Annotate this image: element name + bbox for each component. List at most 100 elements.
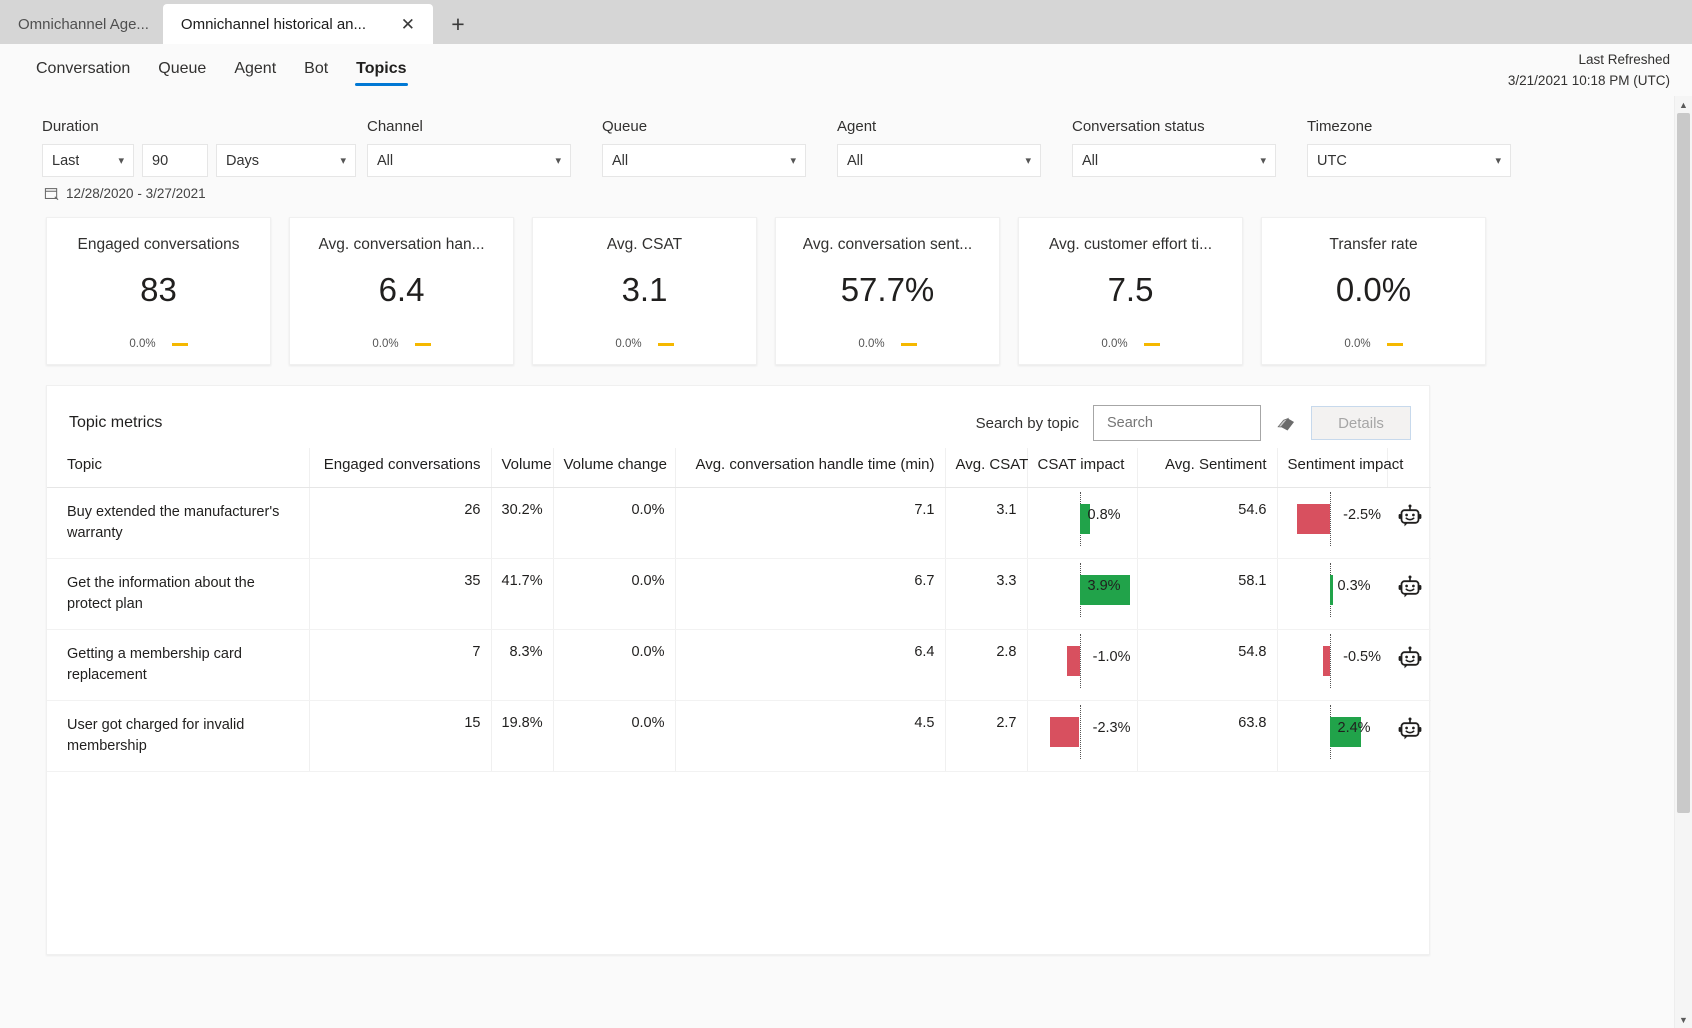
channel-select[interactable]: All ▾: [367, 144, 571, 177]
col-volume-change[interactable]: Volume change: [552, 448, 675, 488]
cell-topic[interactable]: User got charged for invalid membership: [47, 700, 309, 773]
kpi-card-avg-conversation-handle-time[interactable]: Avg. conversation han... 6.4 0.0%: [289, 217, 514, 365]
duration-unit-value: Days: [226, 152, 260, 169]
duration-mode-select[interactable]: Last ▾: [42, 144, 134, 177]
tab-queue[interactable]: Queue: [144, 44, 220, 94]
kpi-delta-value: 0.0%: [615, 338, 642, 350]
kpi-title: Avg. customer effort ti...: [1048, 236, 1213, 253]
plus-icon[interactable]: +: [441, 7, 475, 41]
browser-tab-1-label: Omnichannel Age...: [18, 15, 149, 33]
cell-bot[interactable]: [1387, 558, 1431, 631]
duration-amount-input[interactable]: 90: [142, 144, 208, 177]
kpi-delta-value: 0.0%: [1101, 338, 1128, 350]
eraser-icon[interactable]: [1275, 412, 1297, 434]
kpi-value: 0.0%: [1335, 271, 1412, 308]
cell-avg-sentiment: 58.1: [1136, 558, 1277, 631]
queue-select[interactable]: All ▾: [602, 144, 806, 177]
browser-tab-2[interactable]: Omnichannel historical an... ✕: [162, 4, 433, 44]
nav-tabs: Conversation Queue Agent Bot Topics: [0, 44, 421, 94]
kpi-card-engaged-conversations[interactable]: Engaged conversations 83 0.0%: [46, 217, 271, 365]
details-button[interactable]: Details: [1311, 406, 1411, 440]
table-row[interactable]: Get the information about the protect pl…: [47, 558, 1431, 631]
cell-avg-handle-time: 6.4: [674, 629, 945, 702]
bot-icon[interactable]: [1397, 646, 1423, 672]
kpi-title: Avg. conversation sent...: [802, 236, 973, 253]
duration-unit-select[interactable]: Days ▾: [216, 144, 356, 177]
tab-agent[interactable]: Agent: [220, 44, 290, 94]
kpi-value: 7.5: [1107, 271, 1154, 308]
last-refreshed: Last Refreshed 3/21/2021 10:18 PM (UTC): [1508, 50, 1670, 92]
filter-conversation-status: Conversation status All ▾: [1072, 118, 1307, 177]
table-row[interactable]: User got charged for invalid membership 1…: [47, 700, 1431, 773]
col-avg-handle-time[interactable]: Avg. conversation handle time (min): [674, 448, 945, 488]
col-csat-impact[interactable]: CSAT impact: [1026, 448, 1137, 488]
col-sentiment-impact[interactable]: Sentiment impact: [1276, 448, 1403, 488]
topic-metrics-table: Topic Engaged conversations Volume Volum…: [47, 448, 1431, 773]
bot-icon[interactable]: [1397, 504, 1423, 530]
col-avg-sentiment[interactable]: Avg. Sentiment: [1136, 448, 1277, 488]
sentiment-impact-value: -0.5%: [1343, 649, 1381, 666]
filter-timezone: Timezone UTC ▾: [1307, 118, 1542, 177]
scrollbar-thumb[interactable]: [1677, 113, 1690, 813]
bot-icon[interactable]: [1397, 717, 1423, 743]
panel-title: Topic metrics: [69, 414, 163, 431]
tab-topics[interactable]: Topics: [342, 44, 420, 94]
browser-tab-2-label: Omnichannel historical an...: [180, 15, 367, 33]
browser-tab-1[interactable]: Omnichannel Age...: [0, 4, 163, 44]
cell-volume: 41.7%: [490, 558, 553, 631]
kpi-value: 3.1: [621, 271, 668, 308]
panel-toolbar: Search by topic Details: [976, 405, 1411, 441]
table-row[interactable]: Buy extended the manufacturer's warranty…: [47, 487, 1431, 560]
browser-tab-strip: Omnichannel Age... Omnichannel historica…: [0, 0, 1692, 44]
timezone-select[interactable]: UTC ▾: [1307, 144, 1511, 177]
cell-topic[interactable]: Getting a membership card replacement: [47, 629, 309, 702]
sentiment-impact-cell: -0.5%: [1276, 629, 1387, 702]
col-avg-csat[interactable]: Avg. CSAT: [944, 448, 1028, 488]
cell-avg-handle-time: 7.1: [674, 487, 945, 560]
kpi-card-avg-csat[interactable]: Avg. CSAT 3.1 0.0%: [532, 217, 757, 365]
vertical-scrollbar[interactable]: ▲ ▼: [1674, 96, 1692, 1028]
kpi-card-avg-conversation-sentiment[interactable]: Avg. conversation sent... 57.7% 0.0%: [775, 217, 1000, 365]
kpi-title: Avg. CSAT: [606, 236, 683, 253]
csat-impact-cell: 3.9%: [1026, 558, 1137, 631]
tab-bot[interactable]: Bot: [290, 44, 342, 94]
search-box[interactable]: [1093, 405, 1296, 441]
col-volume[interactable]: Volume: [490, 448, 553, 488]
cell-volume-change: 0.0%: [552, 700, 675, 773]
close-icon[interactable]: ✕: [397, 13, 419, 35]
conversation-status-select[interactable]: All ▾: [1072, 144, 1276, 177]
table-header-row: Topic Engaged conversations Volume Volum…: [47, 448, 1431, 488]
filter-channel: Channel All ▾: [367, 118, 602, 177]
scroll-up-icon[interactable]: ▲: [1675, 96, 1692, 113]
duration-amount-value: 90: [152, 152, 169, 169]
kpi-delta: 0.0%: [776, 338, 999, 350]
col-engaged-conversations[interactable]: Engaged conversations: [308, 448, 491, 488]
scroll-down-icon[interactable]: ▼: [1675, 1011, 1692, 1028]
cell-avg-csat: 3.1: [944, 487, 1027, 560]
filter-conversation-status-label: Conversation status: [1072, 118, 1205, 135]
filter-queue: Queue All ▾: [602, 118, 837, 177]
cell-bot[interactable]: [1387, 700, 1431, 773]
trend-flat-icon: [657, 342, 674, 346]
col-topic[interactable]: Topic: [47, 448, 309, 488]
cell-topic[interactable]: Buy extended the manufacturer's warranty: [47, 487, 309, 560]
cell-bot[interactable]: [1387, 487, 1431, 560]
bot-icon[interactable]: [1397, 575, 1423, 601]
search-input[interactable]: [1105, 414, 1296, 432]
kpi-delta: 0.0%: [47, 338, 270, 350]
csat-impact-cell: 0.8%: [1026, 487, 1137, 560]
sentiment-impact-value: 0.3%: [1337, 578, 1371, 595]
cell-engaged-conversations: 26: [308, 487, 491, 560]
table-row[interactable]: Getting a membership card replacement 7 8.…: [47, 629, 1431, 702]
cell-topic[interactable]: Get the information about the protect pl…: [47, 558, 309, 631]
tab-conversation[interactable]: Conversation: [22, 44, 144, 94]
timezone-value: UTC: [1317, 152, 1347, 169]
agent-select[interactable]: All ▾: [837, 144, 1041, 177]
kpi-card-avg-customer-effort-time[interactable]: Avg. customer effort ti... 7.5 0.0%: [1018, 217, 1243, 365]
kpi-delta-value: 0.0%: [1344, 338, 1371, 350]
kpi-card-transfer-rate[interactable]: Transfer rate 0.0% 0.0%: [1261, 217, 1486, 365]
kpi-title: Engaged conversations: [77, 236, 240, 253]
cell-bot[interactable]: [1387, 629, 1431, 702]
cell-volume: 30.2%: [490, 487, 553, 560]
cell-avg-sentiment: 63.8: [1136, 700, 1277, 773]
